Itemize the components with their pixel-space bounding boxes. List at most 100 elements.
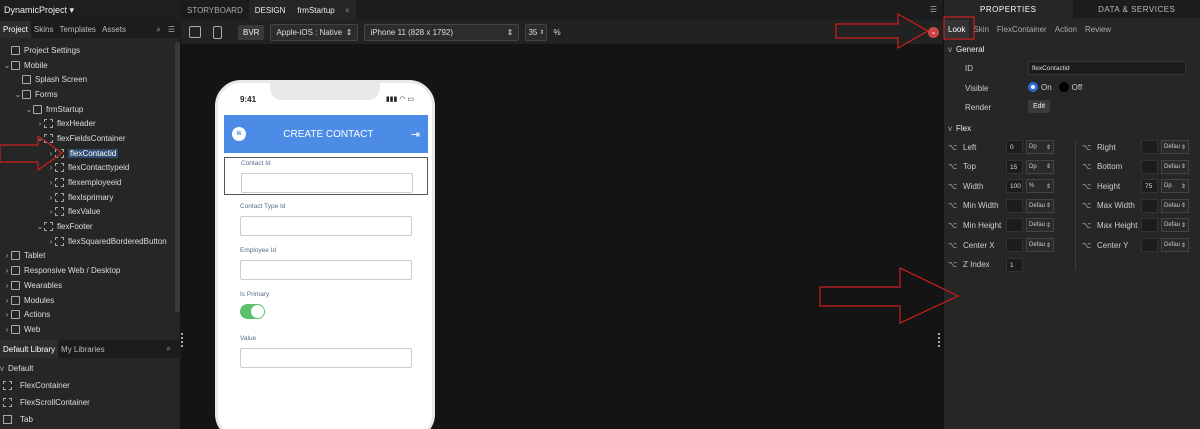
search-icon[interactable]: ⌕ [156,25,160,34]
width-input[interactable]: 100 [1006,179,1023,194]
tab-flexcontainer[interactable]: FlexContainer [993,20,1051,38]
is-primary-toggle[interactable] [240,304,265,319]
tree-item-flexcontacttypeid[interactable]: › flexContacttypeid [0,161,176,176]
device-icon[interactable] [213,25,222,39]
tree-item-tablet[interactable]: › Tablet [0,249,176,264]
left-input[interactable]: 0 [1006,140,1023,154]
tab-project[interactable]: Project [0,21,31,38]
tree-item-mobile[interactable]: ⌄ Mobile [0,58,176,73]
right-resize-handle[interactable] [938,333,942,347]
tree-item-web[interactable]: › Web [0,322,176,337]
tree-item-flexisprimary[interactable]: › flexIsprimary [0,190,176,205]
chevron-down-icon[interactable]: ⌄ [36,222,44,231]
device-select[interactable]: iPhone 11 (828 x 1792) ⇕ [364,23,520,41]
library-group-default[interactable]: v Default [0,360,176,377]
close-icon[interactable]: × [345,6,350,15]
menu-icon[interactable]: ☰ [168,25,175,34]
constraint-icon[interactable]: ⌥ [1082,241,1097,250]
chevron-right-icon[interactable]: › [3,251,11,260]
chevron-right-icon[interactable]: › [3,325,11,334]
tree-item-wearables[interactable]: › Wearables [0,278,176,293]
chevron-right-icon[interactable]: › [3,296,11,305]
constraint-icon[interactable]: ⌥ [1082,143,1097,152]
library-item-flexscrollcontainer[interactable]: FlexScrollContainer [0,394,176,411]
center-y-unit-select[interactable]: Defau ⇕ [1161,238,1189,252]
tab-skins[interactable]: Skins [31,21,57,38]
center-x-unit-select[interactable]: Defau ⇕ [1026,238,1054,252]
tab-look[interactable]: Look [944,20,970,38]
height-input[interactable]: 75 [1141,179,1158,194]
field-is-primary[interactable]: Is Primary [224,291,428,319]
constraint-icon[interactable]: ⌥ [948,221,963,230]
render-edit-button[interactable]: Edit [1028,100,1051,113]
chevron-right-icon[interactable]: › [47,149,55,158]
z-index-input[interactable]: 1 [1006,257,1023,272]
library-item-flexcontainer[interactable]: FlexContainer [0,377,176,394]
width-unit-select[interactable]: % ⇕ [1026,179,1054,194]
min-height-input[interactable] [1006,218,1023,233]
constraint-icon[interactable]: ⌥ [1082,182,1097,191]
center-x-input[interactable] [1006,238,1023,252]
left-resize-handle[interactable] [181,333,185,347]
constraint-icon[interactable]: ⌥ [1082,162,1097,171]
constraint-icon[interactable]: ⌥ [948,162,963,171]
chevron-right-icon[interactable]: › [47,178,55,187]
tree-item-actions[interactable]: › Actions [0,307,176,322]
chevron-down-icon[interactable]: ⌄ [3,61,11,70]
tab-frmstartup[interactable]: frmStartup × [291,0,356,20]
tab-design[interactable]: DESIGN [248,0,292,20]
field-contact-type-id[interactable]: Contact Type Id [224,203,428,236]
max-height-input[interactable] [1141,218,1158,233]
tree-item-splash-screen[interactable]: Splash Screen [0,72,176,87]
constraint-icon[interactable]: ⌥ [1082,221,1097,230]
bottom-input[interactable] [1141,159,1158,174]
chevron-down-icon[interactable]: ⌄ [36,134,44,143]
constraint-icon[interactable]: ⌥ [948,143,963,152]
library-item-tab[interactable]: Tab [0,411,176,428]
right-input[interactable] [1141,140,1158,154]
tree-item-project-settings[interactable]: Project Settings [0,43,176,58]
center-y-input[interactable] [1141,238,1158,252]
bvr-button[interactable]: BVR [238,24,265,40]
tab-skin[interactable]: Skin [969,20,993,38]
flex-section-header[interactable]: v Flex [948,124,971,133]
chevron-right-icon[interactable]: › [36,119,44,128]
field-value[interactable]: Value [224,335,428,368]
contact-type-id-input[interactable] [240,216,412,236]
general-section-header[interactable]: v General [948,45,984,54]
tree-item-flexheader[interactable]: › flexHeader [0,116,176,131]
tab-properties[interactable]: PROPERTIES [944,0,1073,18]
constraint-icon[interactable]: ⌥ [1082,201,1097,210]
tab-action[interactable]: Action [1051,20,1081,38]
chevron-right-icon[interactable]: › [47,207,55,216]
canvas[interactable]: 9:41 ▮▮▮ ◠ ▭ ik CREATE CONTACT ⇥ Contact… [181,44,943,429]
chevron-right-icon[interactable]: › [3,310,11,319]
tree-item-flexfooter[interactable]: ⌄ flexFooter [0,219,176,234]
chevron-right-icon[interactable]: › [47,237,55,246]
right-unit-select[interactable]: Defau ⇕ [1161,140,1189,154]
tree-item-flexvalue[interactable]: › flexValue [0,205,176,220]
top-input[interactable]: 15 [1006,159,1023,174]
zoom-input[interactable]: 35 ⇕ [525,23,548,41]
tab-templates[interactable]: Templates [56,21,98,38]
tree-item-forms[interactable]: ⌄ Forms [0,87,176,102]
chevron-right-icon[interactable]: › [3,281,11,290]
chevron-right-icon[interactable]: › [47,193,55,202]
constraint-icon[interactable]: ⌥ [948,201,963,210]
chevron-down-icon[interactable]: ⌄ [928,26,939,38]
constraint-icon[interactable]: ⌥ [948,182,963,191]
visible-off-radio[interactable] [1058,82,1069,92]
max-width-input[interactable] [1141,198,1158,213]
form-header[interactable]: ik CREATE CONTACT ⇥ [224,115,428,153]
constraint-icon[interactable]: ⌥ [948,260,963,269]
tree-item-flexfieldscontainer[interactable]: ⌄ flexFieldsContainer [0,131,176,146]
chevron-right-icon[interactable]: › [3,266,11,275]
field-employee-id[interactable]: Employee Id [224,247,428,280]
project-name-dropdown[interactable]: DynamicProject ▾ [0,0,181,21]
contact-id-input[interactable] [241,173,413,193]
preview-icon[interactable] [189,26,201,38]
tab-assets[interactable]: Assets [99,21,129,38]
visible-on-radio[interactable] [1028,82,1038,92]
tab-review[interactable]: Review [1081,20,1115,38]
logout-icon[interactable]: ⇥ [411,128,420,141]
